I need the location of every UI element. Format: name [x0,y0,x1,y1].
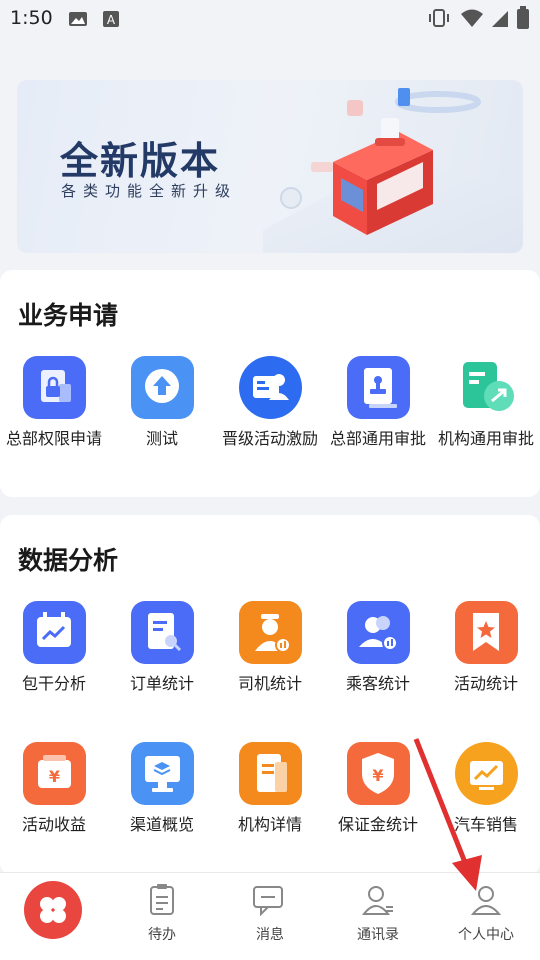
item-label: 总部权限申请 [5,429,102,448]
svg-text:A: A [107,13,116,27]
svg-text:¥: ¥ [372,766,383,785]
item-label: 乘客统计 [345,674,410,693]
nav-label: 通讯录 [357,927,399,943]
nav-message[interactable]: 消息 [230,883,310,944]
item-label: 包干分析 [21,674,86,693]
battery-icon [517,6,529,29]
nav-todo[interactable]: 待办 [122,883,202,944]
grid-item-activity-revenue[interactable]: ¥ 活动收益 [0,742,108,837]
item-label: 晋级活动激励 [221,429,318,448]
nav-label: 个人中心 [458,927,514,943]
item-label: 机构通用审批 [437,429,534,448]
gallery-notification-icon [69,12,87,26]
nav-label: 消息 [256,927,284,943]
grid-item-channel-overview[interactable]: 渠道概览 [108,742,216,837]
grid-item-org-detail[interactable]: 机构详情 [216,742,324,837]
nav-home[interactable] [24,881,82,939]
grid-item-hq-permission[interactable]: 总部权限申请 [0,356,108,451]
contacts-icon [361,886,393,915]
star-bookmark-icon [454,601,518,664]
order-search-icon [130,601,194,664]
channel-monitor-icon [130,742,194,805]
lock-doc-icon [22,356,86,419]
signal-icon [492,11,508,27]
item-label: 渠道概览 [129,815,194,834]
grid-item-org-approval[interactable]: 机构通用审批 [432,356,540,451]
passengers-chart-icon [346,601,410,664]
grid-item-order-stats[interactable]: 订单统计 [108,601,216,696]
item-label: 司机统计 [237,674,302,693]
grid-item-contract-analysis[interactable]: 包干分析 [0,601,108,696]
building-doc-icon [238,742,302,805]
grid-item-activity-stats[interactable]: 活动统计 [432,601,540,696]
item-label: 订单统计 [129,674,194,693]
item-label: 总部通用审批 [329,429,426,448]
grid-item-driver-stats[interactable]: 司机统计 [216,601,324,696]
grid-item-hq-approval[interactable]: 总部通用审批 [324,356,432,451]
driver-chart-icon [238,601,302,664]
item-label: 活动收益 [21,815,86,834]
nav-label: 待办 [148,927,176,943]
red-arrow-annotation-icon [413,738,482,891]
item-label: 活动统计 [453,674,518,693]
grid-item-test[interactable]: 测试 [108,356,216,451]
home-grid-icon [40,897,66,923]
vibrate-icon [429,9,449,27]
stamp-doc-icon [346,356,410,419]
store-illustration-icon [263,88,523,253]
yuan-wallet-icon: ¥ [22,742,86,805]
calendar-chart-icon [22,601,86,664]
banner-subtitle: 各类功能全新升级 [61,182,238,200]
business-apply-card: 业务申请 总部权限申请 测试 晋级活动激励 总部通用审批 机构通用审批 [0,270,540,497]
message-icon [253,886,283,917]
section-title-data: 数据分析 [18,546,119,575]
approve-arrow-icon [455,356,518,419]
wifi-icon [461,9,483,27]
svg-text:¥: ¥ [48,767,59,786]
status-time: 1:50 [10,7,53,29]
promo-banner[interactable]: 全新版本 各类功能全新升级 [17,80,523,253]
item-label: 测试 [145,429,178,448]
font-notification-icon: A [103,11,119,27]
section-title-apply: 业务申请 [18,301,119,330]
todo-list-icon [150,884,174,915]
upload-arrow-icon [130,356,194,419]
banner-title: 全新版本 [60,139,221,183]
id-card-person-icon [238,356,302,419]
item-label: 机构详情 [237,815,302,834]
grid-item-promotion-incentive[interactable]: 晋级活动激励 [216,356,324,451]
grid-item-passenger-stats[interactable]: 乘客统计 [324,601,432,696]
status-bar: 1:50 A [0,0,540,38]
